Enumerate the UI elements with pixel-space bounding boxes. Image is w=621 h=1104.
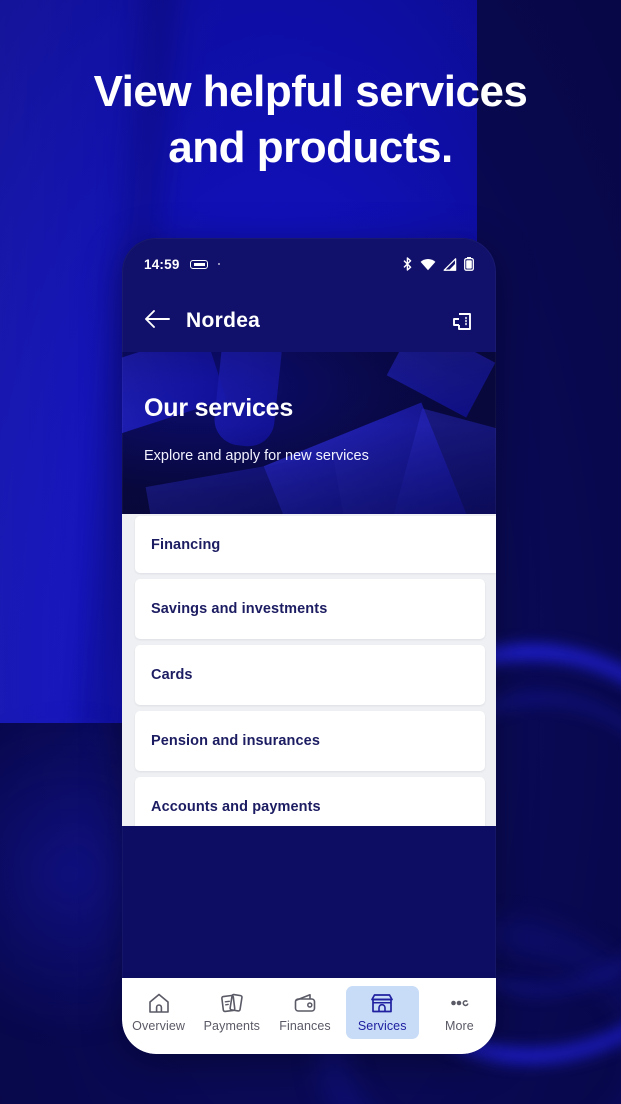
list-item-label: Pension and insurances	[151, 733, 320, 749]
list-item[interactable]: Cards	[135, 645, 485, 705]
status-bar: 14:59	[122, 238, 496, 290]
hero-banner: Our services Explore and apply for new s…	[122, 352, 496, 514]
nav-item-label: Overview	[132, 1019, 186, 1033]
list-item[interactable]: Pension and insurances	[135, 711, 485, 771]
bottom-navigation: Overview Payments Finances Services More	[122, 978, 496, 1054]
home-icon	[146, 991, 172, 1015]
phone-mockup: 14:59 Nordea Our services Explore and ap…	[122, 238, 496, 1054]
promo-headline-line-1: View helpful services	[93, 67, 528, 116]
status-bar-left: 14:59	[144, 257, 220, 272]
list-item-label: Cards	[151, 667, 193, 683]
back-arrow-icon[interactable]	[144, 309, 170, 334]
cards-icon	[219, 991, 245, 1015]
wallet-icon	[292, 991, 318, 1015]
nav-item-label: Finances	[279, 1019, 331, 1033]
promo-screenshot: View helpful services and products. 14:5…	[0, 0, 621, 1104]
app-bar: Nordea	[122, 290, 496, 352]
nav-item-payments[interactable]: Payments	[195, 986, 268, 1039]
promo-headline-line-2: and products.	[168, 123, 453, 173]
logout-icon[interactable]	[450, 307, 474, 336]
status-bar-right	[402, 257, 474, 271]
list-item-label: Financing	[151, 536, 221, 553]
list-item[interactable]: Financing	[135, 516, 496, 573]
page-title: Our services	[144, 394, 294, 422]
nordea-brand-label: Nordea	[186, 309, 261, 332]
list-item-label: Savings and investments	[151, 601, 328, 617]
promo-headline: View helpful services and products.	[0, 64, 621, 177]
nav-item-more[interactable]: More	[423, 986, 496, 1039]
status-bar-dot-icon	[217, 263, 220, 265]
list-item-label: Accounts and payments	[151, 799, 321, 815]
battery-saver-icon	[189, 259, 208, 269]
nav-item-finances[interactable]: Finances	[268, 986, 341, 1039]
nav-item-services[interactable]: Services	[345, 986, 419, 1039]
list-item[interactable]: Accounts and payments	[135, 777, 485, 826]
services-list[interactable]: Financing Savings and investments Cards …	[122, 514, 496, 826]
nav-item-overview[interactable]: Overview	[122, 986, 195, 1039]
hero-text-block: Our services Explore and apply for new s…	[122, 352, 496, 514]
nav-item-label: More	[444, 1019, 474, 1033]
list-item[interactable]: Savings and investments	[135, 579, 485, 639]
nav-item-label: Services	[357, 1019, 407, 1033]
bluetooth-icon	[402, 257, 413, 271]
nav-item-label: Payments	[203, 1019, 260, 1033]
store-icon	[369, 991, 395, 1015]
status-bar-clock: 14:59	[144, 256, 180, 272]
battery-icon	[464, 257, 474, 271]
page-subtitle: Explore and apply for new services	[144, 448, 369, 464]
more-dots-icon	[446, 991, 472, 1015]
wifi-icon	[420, 258, 436, 271]
cellular-signal-icon	[443, 257, 457, 271]
